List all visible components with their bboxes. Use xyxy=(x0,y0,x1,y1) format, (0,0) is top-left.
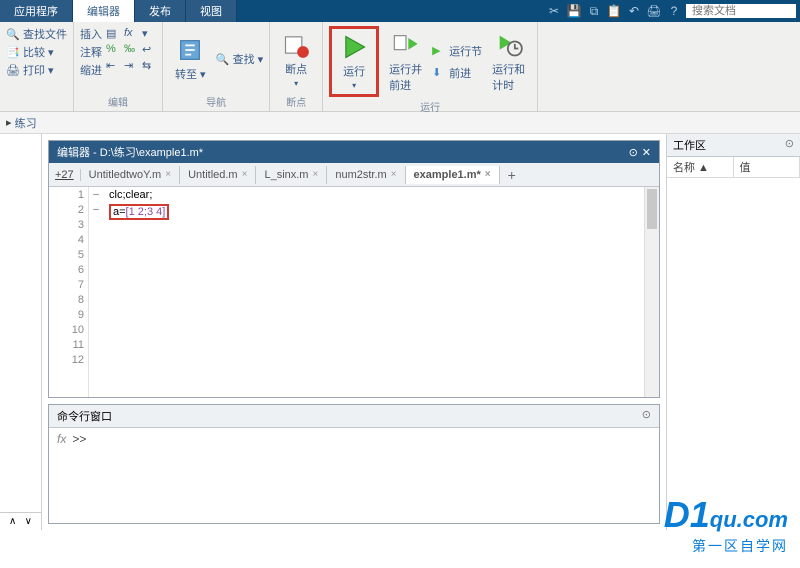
paste-icon[interactable]: 📋 xyxy=(606,3,622,19)
workspace-panel: 工作区 ⊙ 名称 ▲ 值 xyxy=(666,134,800,530)
tab-view[interactable]: 视图 xyxy=(186,0,237,22)
print-icon[interactable]: 🖨 xyxy=(646,3,662,19)
run-section-button[interactable]: ▶运行节 xyxy=(432,43,482,59)
command-window-title: 命令行窗口 ⊙ xyxy=(49,405,659,428)
workspace-menu-icon[interactable]: ⊙ xyxy=(785,137,794,153)
watermark: D1qu.com 第一区自学网 xyxy=(664,494,788,556)
help-icon[interactable]: ? xyxy=(666,3,682,19)
code-line-1[interactable]: clc;clear; xyxy=(109,189,638,204)
menu-tabs: 应用程序 编辑器 发布 视图 xyxy=(0,0,237,22)
comment-pct-icon[interactable]: % xyxy=(106,42,120,56)
command-window: 命令行窗口 ⊙ fx >> xyxy=(48,404,660,524)
goto-button[interactable]: 转至 ▾ xyxy=(169,26,212,92)
command-body[interactable]: fx >> xyxy=(49,428,659,523)
editor-tabs: +27 UntitledtwoY.m× Untitled.m× L_sinx.m… xyxy=(49,163,659,187)
ws-col-name[interactable]: 名称 ▲ xyxy=(667,157,734,177)
indent-auto-icon[interactable]: ⇆ xyxy=(142,58,156,72)
file-tab-4[interactable]: num2str.m× xyxy=(327,166,405,184)
editor-close-icon[interactable]: ✕ xyxy=(642,146,651,159)
workspace-columns: 名称 ▲ 值 xyxy=(667,157,800,178)
find-button[interactable]: 🔍查找 ▾ xyxy=(216,51,264,67)
ribbon-group-edit: 插入 注释 缩进 ▤ % ⇤ fx ‰ ⇥ ▾ ↩ ⇆ 编辑 xyxy=(74,22,163,111)
editor-window: 编辑器 - D:\练习\example1.m* ⊙ ✕ +27 Untitled… xyxy=(48,140,660,398)
editor-scrollbar[interactable] xyxy=(644,187,659,397)
insert-doc-icon[interactable]: ▾ xyxy=(142,26,156,40)
file-tab-5[interactable]: example1.m*× xyxy=(406,166,500,184)
editor-titlebar: 编辑器 - D:\练习\example1.m* ⊙ ✕ xyxy=(49,141,659,163)
main-area: ∧ ∨ 编辑器 - D:\练习\example1.m* ⊙ ✕ +27 Unti… xyxy=(0,134,800,530)
run-button-highlight: 运行 ▾ xyxy=(329,26,379,97)
group-nav-label: 导航 xyxy=(169,92,263,109)
file-tab-3[interactable]: L_sinx.m× xyxy=(256,166,327,184)
path-bar: ▸ 练习 xyxy=(0,112,800,134)
indent-left-icon[interactable]: ⇤ xyxy=(106,58,120,72)
tab-apps[interactable]: 应用程序 xyxy=(0,0,73,22)
tab-publish[interactable]: 发布 xyxy=(135,0,186,22)
code-line-2[interactable]: a=[1 2;3 4] xyxy=(109,204,638,219)
copy-icon[interactable]: ⧉ xyxy=(586,3,602,19)
ribbon: 🔍查找文件 📑比较 ▾ 🖨打印 ▾ 插入 注释 缩进 ▤ % ⇤ fx ‰ ⇥ xyxy=(0,22,800,112)
command-prompt: >> xyxy=(72,432,86,446)
editor-body: 123 456 789 101112 –– clc;clear; a=[1 2;… xyxy=(49,187,659,397)
print-button[interactable]: 🖨打印 ▾ xyxy=(6,62,67,78)
cut-icon[interactable]: ✂ xyxy=(546,3,562,19)
run-button[interactable]: 运行 ▾ xyxy=(334,31,374,92)
indent-label: 缩进 xyxy=(80,62,102,78)
tabs-overflow[interactable]: +27 xyxy=(49,169,81,181)
current-folder-panel: ∧ ∨ xyxy=(0,134,42,530)
insert-fx-icon[interactable]: fx xyxy=(124,26,138,40)
comment-wrap-icon[interactable]: ↩ xyxy=(142,42,156,56)
group-edit-label: 编辑 xyxy=(80,92,156,109)
insert-section-icon[interactable]: ▤ xyxy=(106,26,120,40)
path-arrow[interactable]: ▸ xyxy=(6,116,12,129)
file-tab-1[interactable]: UntitledtwoY.m× xyxy=(81,166,180,184)
folder-footer-dropdown[interactable]: ∧ ∨ xyxy=(0,512,41,530)
add-tab-button[interactable]: + xyxy=(500,167,524,183)
close-icon[interactable]: × xyxy=(485,169,491,180)
run-time-button[interactable]: 运行和 计时 xyxy=(486,26,531,97)
fx-icon[interactable]: fx xyxy=(57,432,66,446)
cmd-menu-icon[interactable]: ⊙ xyxy=(642,408,651,424)
workspace-title: 工作区 ⊙ xyxy=(667,134,800,157)
close-icon[interactable]: × xyxy=(312,169,318,180)
ribbon-group-file: 🔍查找文件 📑比较 ▾ 🖨打印 ▾ xyxy=(0,22,74,111)
line-gutter: 123 456 789 101112 xyxy=(49,187,89,397)
indent-right-icon[interactable]: ⇥ xyxy=(124,58,138,72)
breakpoints-button[interactable]: 断点 ▾ xyxy=(276,26,316,92)
ribbon-group-breakpoints: 断点 ▾ 断点 xyxy=(270,22,323,111)
comment-pct2-icon[interactable]: ‰ xyxy=(124,42,138,56)
tab-editor[interactable]: 编辑器 xyxy=(73,0,135,22)
insert-label: 插入 xyxy=(80,26,102,42)
group-run-label: 运行 xyxy=(329,97,531,114)
search-input[interactable] xyxy=(686,4,796,18)
run-advance-button[interactable]: 运行并 前进 xyxy=(383,26,428,97)
group-bp-label: 断点 xyxy=(276,92,316,109)
editor-title-text: 编辑器 - D:\练习\example1.m* xyxy=(57,144,203,160)
close-icon[interactable]: × xyxy=(242,169,248,180)
center-panel: 编辑器 - D:\练习\example1.m* ⊙ ✕ +27 Untitled… xyxy=(42,134,666,530)
comment-label: 注释 xyxy=(80,44,102,60)
code-area[interactable]: clc;clear; a=[1 2;3 4] xyxy=(103,187,644,397)
ws-col-value[interactable]: 值 xyxy=(734,157,800,177)
advance-button[interactable]: ⬇前进 xyxy=(432,65,482,81)
close-icon[interactable]: × xyxy=(391,169,397,180)
ribbon-group-nav: 转至 ▾ 🔍查找 ▾ 导航 xyxy=(163,22,270,111)
titlebar-tools: ✂ 💾 ⧉ 📋 ↶ 🖨 ? xyxy=(546,3,800,19)
editor-dock-icon[interactable]: ⊙ xyxy=(629,146,638,159)
find-files-button[interactable]: 🔍查找文件 xyxy=(6,26,67,42)
compare-button[interactable]: 📑比较 ▾ xyxy=(6,44,67,60)
close-icon[interactable]: × xyxy=(165,169,171,180)
menu-bar: 应用程序 编辑器 发布 视图 ✂ 💾 ⧉ 📋 ↶ 🖨 ? xyxy=(0,0,800,22)
ribbon-group-run: 运行 ▾ 运行并 前进 ▶运行节 ⬇前进 运行和 计时 运行 xyxy=(323,22,538,111)
undo-icon[interactable]: ↶ xyxy=(626,3,642,19)
path-item[interactable]: 练习 xyxy=(15,115,37,131)
save-icon[interactable]: 💾 xyxy=(566,3,582,19)
file-tab-2[interactable]: Untitled.m× xyxy=(180,166,256,184)
breakpoint-gutter[interactable]: –– xyxy=(89,187,103,397)
